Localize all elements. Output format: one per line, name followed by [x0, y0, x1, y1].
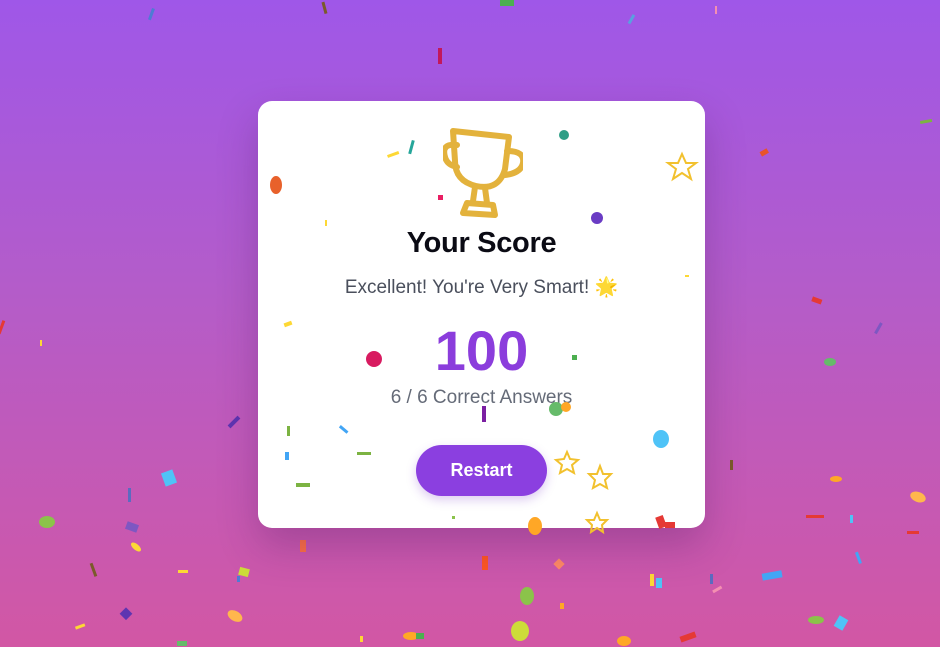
score-message-text: Excellent! You're Very Smart! [344, 277, 590, 298]
score-value: 100 [434, 319, 529, 382]
restart-button[interactable]: Restart [416, 445, 547, 496]
score-title: Your Score [406, 227, 557, 259]
trophy-icon [443, 128, 523, 218]
score-message: Excellent! You're Very Smart! 🌟 [258, 275, 705, 299]
correct-answers-count: 6 / 6 Correct Answers [390, 387, 573, 408]
star-emoji-icon: 🌟 [594, 276, 619, 298]
score-card: Your Score Excellent! You're Very Smart!… [258, 101, 705, 528]
